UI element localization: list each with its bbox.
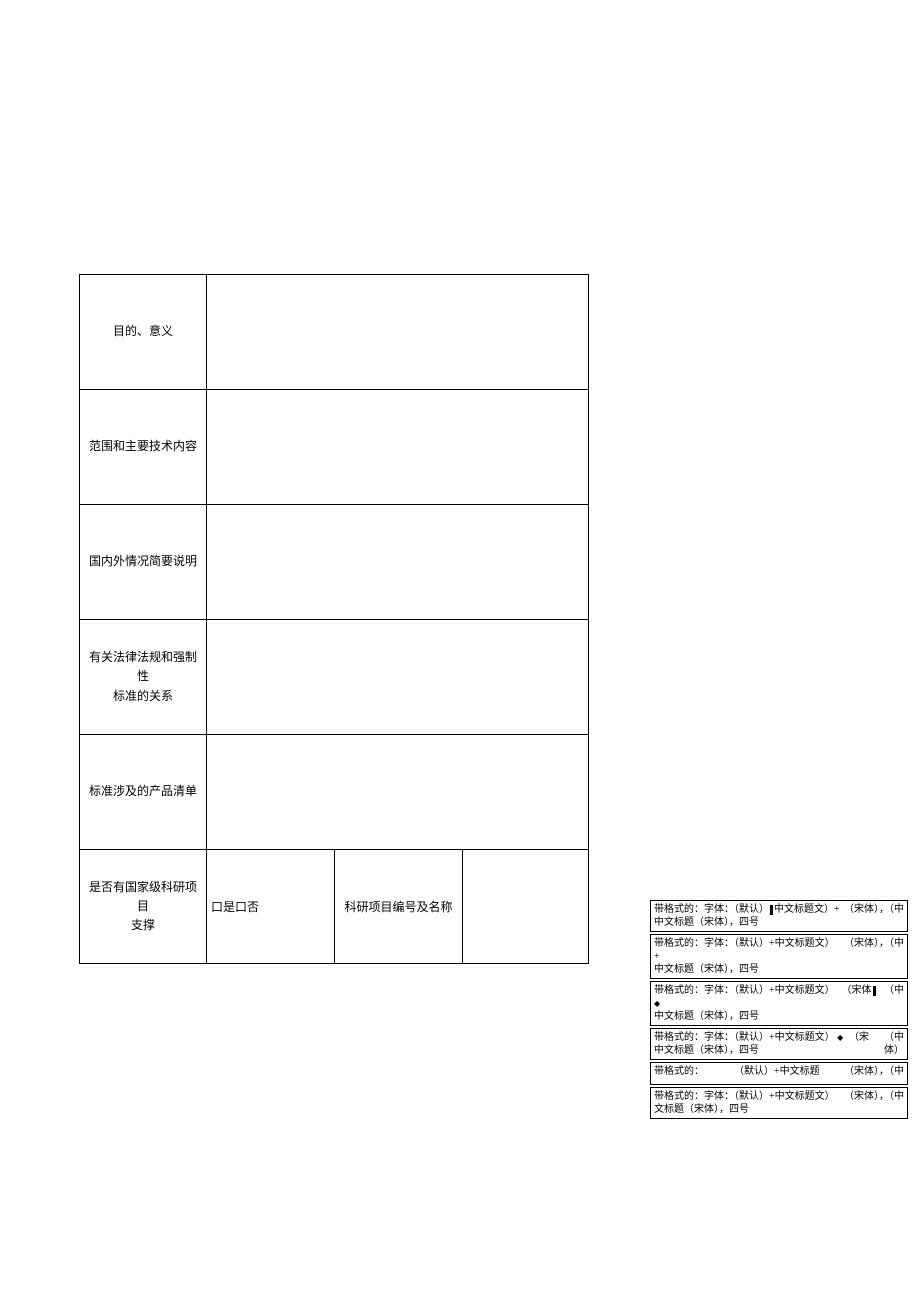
comment-text: 带格式的：字体：（默认）+中文标题文） ◆	[654, 984, 838, 1010]
table-row: 国内外情况简要说明	[80, 505, 589, 620]
comment-box: 带格式的：字体：（默认）+中文标题文）+ （宋体），（中 中文标题（宋体），四号	[650, 934, 908, 979]
comment-text: 中文标题（宋体），四号	[654, 963, 904, 976]
comment-text: （宋体），（中	[844, 1090, 904, 1103]
row-content	[463, 850, 589, 964]
comment-text: （宋体），（中	[844, 903, 904, 916]
row-content	[207, 505, 589, 620]
row-content	[207, 735, 589, 850]
sub-label: 科研项目编号及名称	[335, 850, 463, 964]
row-label: 目的、意义	[80, 275, 207, 390]
comment-box: 带格式的：字体：（默认）+中文标题文） ◆ （宋体 （中 中文标题（宋体），四号	[650, 981, 908, 1026]
comment-text: （宋体），（中	[844, 937, 904, 950]
comment-text: 带格式的：字体：（默认）+中文标题文） ◆	[654, 1031, 845, 1044]
comment-text: 中文标题（宋体），四号	[654, 1044, 880, 1057]
table-row: 有关法律法规和强制性 标准的关系	[80, 620, 589, 735]
comment-text: 带格式的：字体：（默认）+中文标题文）	[654, 1090, 840, 1103]
comment-text: 带格式的：	[654, 1065, 704, 1078]
row-content	[207, 390, 589, 505]
format-comments-panel: 带格式的：字体：（默认）中文标题文）+ （宋体），（中 中文标题（宋体），四号 …	[650, 900, 908, 1121]
table-row: 范围和主要技术内容	[80, 390, 589, 505]
comment-text: （默认）+中文标题	[734, 1065, 820, 1078]
comment-box: 带格式的： （默认）+中文标题 （宋体），（中	[650, 1062, 908, 1085]
comment-text: （宋体 （中	[842, 984, 905, 997]
comment-text: （宋 （中	[849, 1031, 904, 1044]
comment-text: 带格式的：字体：（默认）+中文标题文）+	[654, 937, 840, 963]
table-row: 是否有国家级科研项目 支撑 口是口否 科研项目编号及名称	[80, 850, 589, 964]
row-content	[207, 275, 589, 390]
row-label: 范围和主要技术内容	[80, 390, 207, 505]
row-label: 标准涉及的产品清单	[80, 735, 207, 850]
checkbox-cell: 口是口否	[207, 850, 335, 964]
row-label: 有关法律法规和强制性 标准的关系	[80, 620, 207, 735]
comment-text: 体）	[884, 1044, 904, 1057]
comment-box: 带格式的：字体：（默认）中文标题文）+ （宋体），（中 中文标题（宋体），四号	[650, 900, 908, 932]
cursor-marker-icon	[770, 905, 773, 915]
comment-box: 带格式的：字体：（默认）+中文标题文） ◆ （宋 （中 中文标题（宋体），四号 …	[650, 1028, 908, 1060]
comment-box: 带格式的：字体：（默认）+中文标题文） （宋体），（中 文标题（宋体），四号	[650, 1087, 908, 1119]
diamond-icon: ◆	[654, 999, 660, 1009]
form-table: 目的、意义 范围和主要技术内容 国内外情况简要说明 有关法律法规和强制性 标准的…	[79, 274, 589, 964]
row-label: 是否有国家级科研项目 支撑	[80, 850, 207, 964]
comment-text: 带格式的：字体：（默认）中文标题文）+	[654, 903, 840, 916]
table-row: 目的、意义	[80, 275, 589, 390]
comment-text: （宋体），（中	[844, 1065, 904, 1078]
comment-text: 中文标题（宋体），四号	[654, 916, 904, 929]
comment-text: 文标题（宋体），四号	[654, 1103, 904, 1116]
row-label: 国内外情况简要说明	[80, 505, 207, 620]
cursor-marker-icon	[873, 986, 876, 996]
comment-text: 中文标题（宋体），四号	[654, 1010, 904, 1023]
table-row: 标准涉及的产品清单	[80, 735, 589, 850]
diamond-icon: ◆	[837, 1033, 843, 1043]
row-content	[207, 620, 589, 735]
